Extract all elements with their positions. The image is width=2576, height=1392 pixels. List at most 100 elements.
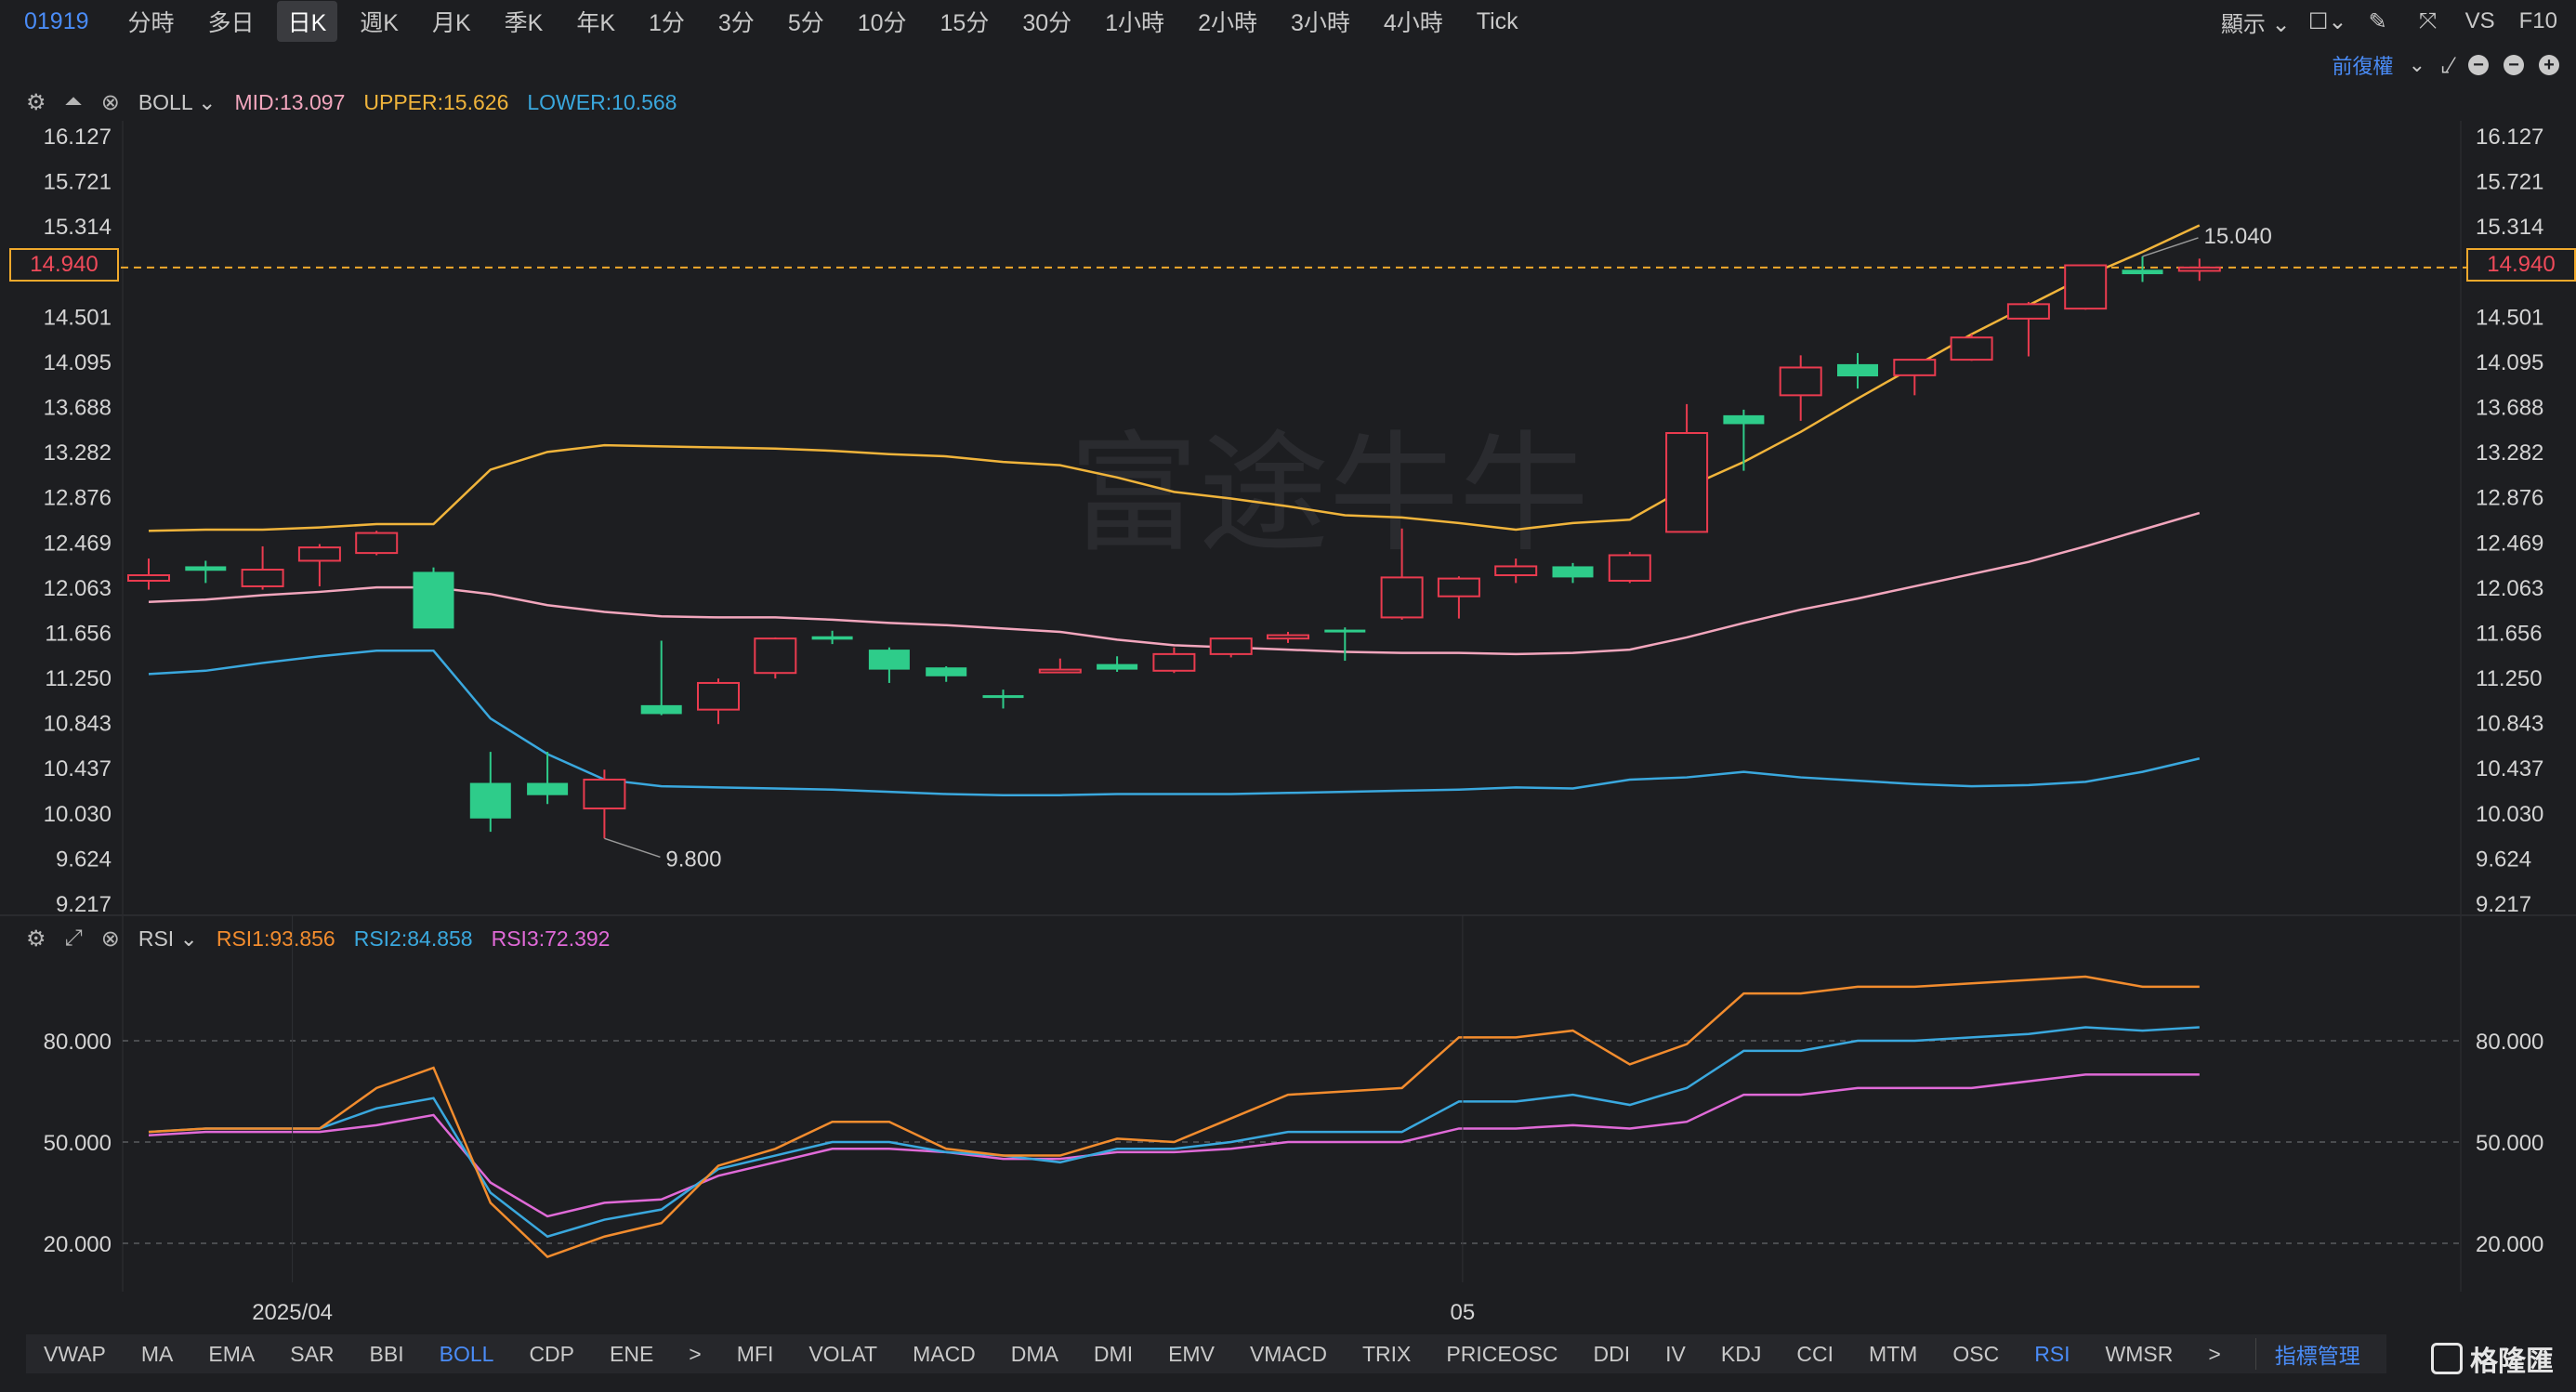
price-tick-right: 13.282	[2476, 440, 2543, 466]
indicator-item[interactable]: VWAP	[26, 1342, 124, 1367]
indicator-item[interactable]: BBI	[352, 1342, 422, 1367]
candle-body	[1665, 432, 1709, 533]
indicator-item[interactable]: MTM	[1851, 1342, 1935, 1367]
price-tick-left: 11.250	[45, 666, 112, 691]
price-tick-left: 13.282	[44, 440, 112, 466]
candle-body	[1608, 554, 1651, 582]
rsi3-line	[148, 1073, 2200, 1218]
indicator-item[interactable]: DMA	[993, 1342, 1076, 1367]
price-axis-left: 16.127 15.721 15.314 14.501 14.095 13.688 13.2…	[44, 125, 112, 917]
indicator-item[interactable]: CCI	[1779, 1342, 1851, 1367]
rsi-grid: 80.000 80.000 50.000 50.000 20.000 20.000	[44, 1030, 2544, 1257]
rsi-tick-right: 50.000	[2476, 1131, 2543, 1156]
candle-body	[355, 532, 399, 555]
candle-body	[2122, 269, 2163, 275]
rsi-tick-left: 80.000	[44, 1030, 112, 1055]
candle-body	[297, 546, 341, 562]
grid-lines	[0, 121, 2576, 1292]
indicator-item[interactable]: RSI	[2017, 1342, 2087, 1367]
indicator-item[interactable]: MFI	[719, 1342, 792, 1367]
candle-body	[1552, 566, 1594, 578]
price-axis-right: 16.127 15.721 15.314 14.501 14.095 13.688 13.2…	[2476, 125, 2543, 917]
time-label: 2025/04	[252, 1300, 333, 1325]
candle-body	[1779, 366, 1822, 397]
indicator-item[interactable]: EMV	[1150, 1342, 1232, 1367]
candle-body	[1324, 629, 1366, 633]
price-tick-right: 11.250	[2476, 666, 2543, 691]
price-tick-left: 12.469	[44, 531, 112, 556]
indicator-item[interactable]: IV	[1648, 1342, 1703, 1367]
kline-chart[interactable]: 富途牛牛 16.127 15.721 15.314 14.501 14.095 13.68…	[0, 0, 2576, 1329]
indicator-item[interactable]: WMSR	[2088, 1342, 2191, 1367]
price-tick-left: 12.063	[44, 576, 112, 601]
price-tick-right: 9.217	[2476, 892, 2531, 917]
price-tick-right: 15.314	[2476, 215, 2543, 240]
price-tick-left: 10.030	[44, 802, 112, 827]
candle-body	[1723, 414, 1765, 425]
candle-body	[469, 782, 511, 819]
candle-body	[926, 667, 967, 676]
rsi-tick-right: 80.000	[2476, 1030, 2543, 1055]
candle-body	[868, 650, 910, 670]
chevron-right-icon[interactable]: >	[671, 1342, 718, 1367]
candle-body	[2064, 264, 2108, 310]
candle-body	[1437, 577, 1480, 598]
price-tick-left: 9.624	[56, 847, 112, 872]
price-tick-right: 12.876	[2476, 486, 2543, 511]
indicator-item[interactable]: VMACD	[1232, 1342, 1345, 1367]
candle-body	[185, 566, 227, 571]
price-tick-right: 16.127	[2476, 125, 2543, 150]
price-tick-left: 12.876	[44, 486, 112, 511]
candle-body	[1097, 663, 1138, 670]
candle-body	[413, 571, 454, 629]
rsi-tick-left: 50.000	[44, 1131, 112, 1156]
candle-body	[1209, 637, 1253, 655]
price-tick-left: 14.095	[44, 350, 112, 375]
price-tick-right: 10.437	[2476, 756, 2543, 781]
indicator-item[interactable]: MACD	[895, 1342, 993, 1367]
logo: 格隆匯	[2431, 1338, 2554, 1379]
indicator-item[interactable]: EMA	[191, 1342, 272, 1367]
indicator-item[interactable]: DDI	[1576, 1342, 1649, 1367]
rsi-tick-left: 20.000	[44, 1232, 112, 1257]
indicator-item[interactable]: VOLAT	[791, 1342, 895, 1367]
indicator-bar: VWAP MA EMA SAR BBI BOLL CDP ENE > MFI VOLAT MACD DM…	[26, 1334, 2386, 1373]
time-label: 05	[1451, 1300, 1476, 1325]
indicator-item[interactable]: DMI	[1076, 1342, 1150, 1367]
indicator-item[interactable]: SAR	[272, 1342, 351, 1367]
price-tick-right: 9.624	[2476, 847, 2531, 872]
candle-body	[1038, 668, 1082, 674]
candle-body	[1893, 359, 1937, 376]
candle-body	[697, 681, 740, 711]
indicator-item[interactable]: CDP	[511, 1342, 592, 1367]
rsi2-line	[148, 1026, 2200, 1239]
time-axis: 2025/04 05	[252, 915, 1475, 1325]
price-tick-right: 12.063	[2476, 576, 2543, 601]
price-tick-right: 13.688	[2476, 396, 2543, 421]
candle-body	[811, 636, 853, 640]
candle-body	[2177, 266, 2221, 272]
indicator-item[interactable]: ENE	[592, 1342, 671, 1367]
price-tick-right: 14.095	[2476, 350, 2543, 375]
rsi-lines	[148, 975, 2200, 1258]
indicator-manage-button[interactable]: 指標管理	[2254, 1338, 2379, 1370]
indicator-item[interactable]: OSC	[1935, 1342, 2017, 1367]
price-tick-right: 14.501	[2476, 305, 2543, 330]
price-tick-right: 10.030	[2476, 802, 2543, 827]
indicator-item[interactable]: TRIX	[1345, 1342, 1428, 1367]
indicator-item[interactable]: PRICEOSC	[1428, 1342, 1575, 1367]
candle-body	[1267, 634, 1309, 640]
logo-mark-icon	[2431, 1343, 2463, 1374]
candle-body	[1837, 363, 1878, 377]
price-tick-right: 15.721	[2476, 170, 2543, 195]
last-price-left: 14.940	[9, 248, 119, 282]
rsi-tick-right: 20.000	[2476, 1232, 2543, 1257]
candle-body	[982, 695, 1024, 699]
candle-body	[1950, 336, 1993, 361]
indicator-item[interactable]: KDJ	[1703, 1342, 1779, 1367]
chevron-right-icon[interactable]: >	[2190, 1342, 2238, 1367]
candle-body	[127, 574, 170, 582]
price-tick-left: 11.656	[45, 621, 112, 646]
indicator-item[interactable]: MA	[124, 1342, 191, 1367]
indicator-item[interactable]: BOLL	[422, 1342, 512, 1367]
